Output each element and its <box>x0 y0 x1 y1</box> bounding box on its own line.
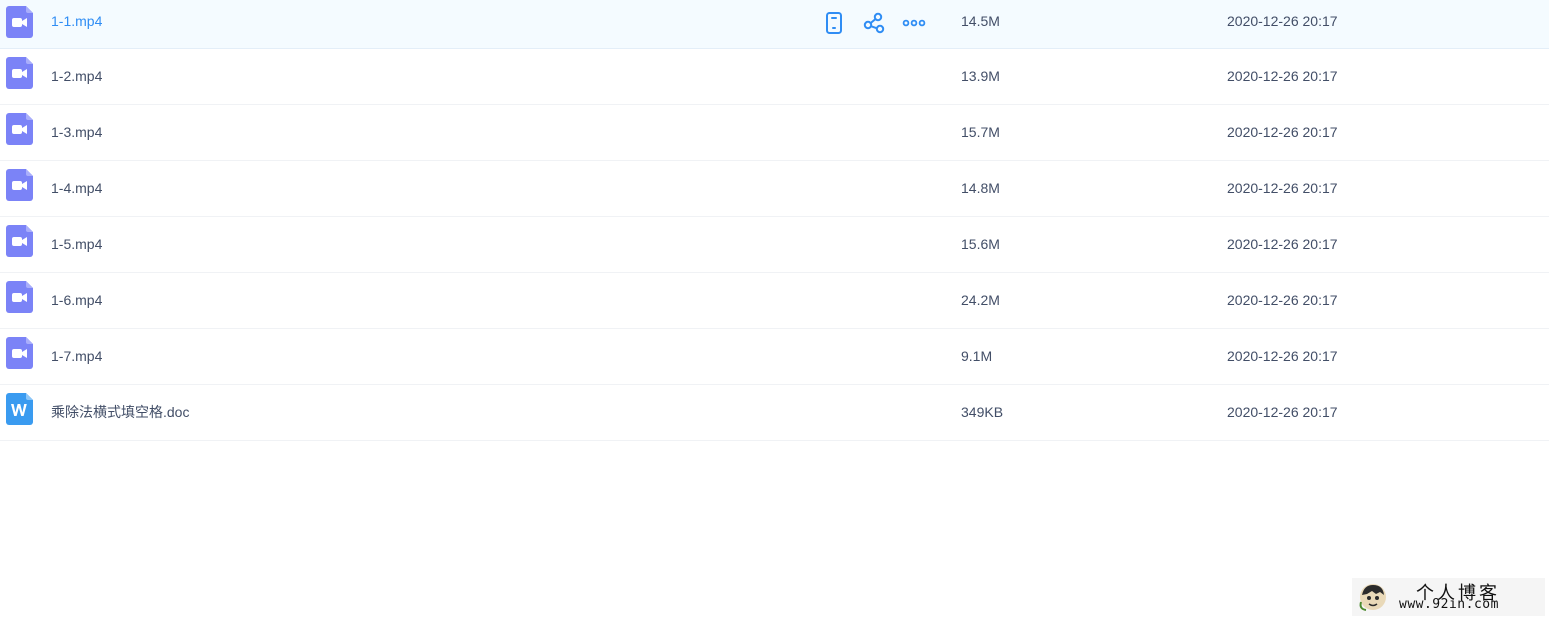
file-size: 13.9M <box>961 68 1000 84</box>
avatar <box>1358 582 1388 612</box>
more-icon[interactable] <box>902 11 926 35</box>
file-row[interactable]: 1-4.mp4 14.8M 2020-12-26 20:17 <box>0 161 1549 217</box>
file-name[interactable]: 1-1.mp4 <box>51 0 102 42</box>
file-size: 14.8M <box>961 180 1000 196</box>
file-size: 349KB <box>961 404 1004 420</box>
file-size: 15.6M <box>961 236 1000 252</box>
file-row[interactable]: 1-6.mp4 24.2M 2020-12-26 20:17 <box>0 273 1549 329</box>
file-row[interactable]: 1-3.mp4 15.7M 2020-12-26 20:17 <box>0 105 1549 161</box>
file-name[interactable]: 乘除法横式填空格.doc <box>51 385 189 440</box>
video-icon <box>6 225 33 257</box>
video-icon <box>6 57 33 89</box>
file-date: 2020-12-26 20:17 <box>1227 13 1338 29</box>
file-row[interactable]: 1-7.mp4 9.1M 2020-12-26 20:17 <box>0 329 1549 385</box>
file-list: 1-1.mp4 14.5M 2020-12-26 20:17 1-2.mp4 1… <box>0 0 1549 441</box>
file-date: 2020-12-26 20:17 <box>1227 292 1338 308</box>
file-row[interactable]: 1-2.mp4 13.9M 2020-12-26 20:17 <box>0 49 1549 105</box>
file-name[interactable]: 1-3.mp4 <box>51 105 102 160</box>
word-doc-icon <box>6 393 33 425</box>
file-name[interactable]: 1-7.mp4 <box>51 329 102 384</box>
video-icon <box>6 169 33 201</box>
file-date: 2020-12-26 20:17 <box>1227 348 1338 364</box>
video-icon <box>6 113 33 145</box>
file-date: 2020-12-26 20:17 <box>1227 236 1338 252</box>
blog-watermark: 个人博客 www.92in.com <box>1352 578 1545 616</box>
phone-icon[interactable] <box>822 11 846 35</box>
watermark-url: www.92in.com <box>1399 597 1499 612</box>
video-icon <box>6 281 33 313</box>
file-name[interactable]: 1-5.mp4 <box>51 217 102 272</box>
file-row[interactable]: 1-5.mp4 15.6M 2020-12-26 20:17 <box>0 217 1549 273</box>
file-size: 15.7M <box>961 124 1000 140</box>
file-size: 24.2M <box>961 292 1000 308</box>
file-name[interactable]: 1-6.mp4 <box>51 273 102 328</box>
video-icon <box>6 6 33 38</box>
file-row[interactable]: 1-1.mp4 14.5M 2020-12-26 20:17 <box>0 0 1549 49</box>
share-icon[interactable] <box>862 11 886 35</box>
file-date: 2020-12-26 20:17 <box>1227 68 1338 84</box>
file-date: 2020-12-26 20:17 <box>1227 404 1338 420</box>
file-date: 2020-12-26 20:17 <box>1227 180 1338 196</box>
file-size: 9.1M <box>961 348 993 364</box>
file-date: 2020-12-26 20:17 <box>1227 124 1338 140</box>
file-name[interactable]: 1-4.mp4 <box>51 161 102 216</box>
file-size: 14.5M <box>961 13 1000 29</box>
file-name[interactable]: 1-2.mp4 <box>51 49 102 104</box>
file-row[interactable]: 乘除法横式填空格.doc 349KB 2020-12-26 20:17 <box>0 385 1549 441</box>
video-icon <box>6 337 33 369</box>
